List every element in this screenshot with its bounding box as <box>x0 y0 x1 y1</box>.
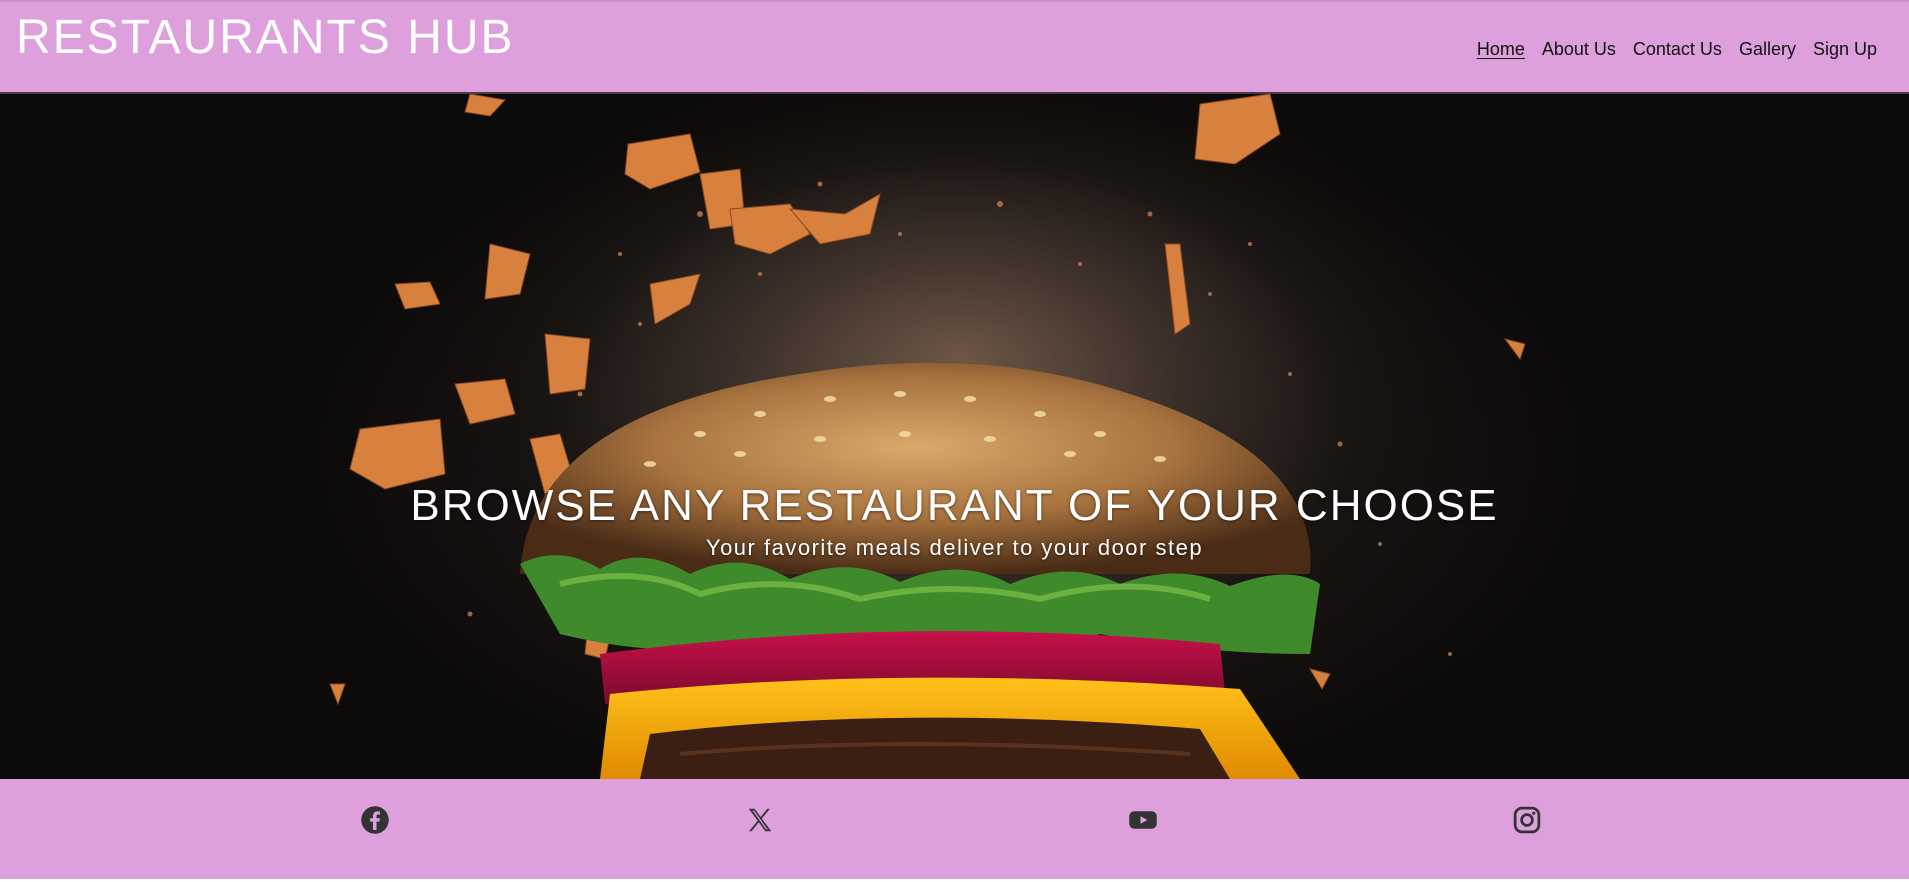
brand-title: RESTAURANTS HUB <box>16 11 515 64</box>
site-footer <box>0 779 1909 882</box>
page: RESTAURANTS HUB Home About Us Contact Us… <box>0 0 1909 882</box>
hero-subheading: Your favorite meals deliver to your door… <box>705 535 1204 560</box>
x-twitter-link[interactable] <box>745 805 775 835</box>
facebook-link[interactable] <box>360 805 390 835</box>
main-nav: Home About Us Contact Us Gallery Sign Up <box>1460 38 1877 60</box>
nav-link-about-us[interactable]: About Us <box>1542 38 1616 60</box>
hero-text: BROWSE ANY RESTAURANT OF YOUR CHOOSE You… <box>0 480 1909 562</box>
instagram-link[interactable] <box>1512 805 1542 835</box>
nav-link-sign-up[interactable]: Sign Up <box>1813 38 1877 60</box>
site-header: RESTAURANTS HUB Home About Us Contact Us… <box>0 0 1909 94</box>
burger-photo <box>329 94 1526 779</box>
nav-link-contact-us[interactable]: Contact Us <box>1633 38 1722 60</box>
nav-link-gallery[interactable]: Gallery <box>1739 38 1796 60</box>
hero-heading: BROWSE ANY RESTAURANT OF YOUR CHOOSE <box>410 481 1499 530</box>
nav-link-home[interactable]: Home <box>1477 38 1525 60</box>
facebook-icon <box>361 806 389 834</box>
youtube-link[interactable] <box>1128 805 1158 835</box>
hero-banner: BROWSE ANY RESTAURANT OF YOUR CHOOSE You… <box>0 94 1909 779</box>
instagram-icon <box>1513 806 1541 834</box>
x-twitter-icon <box>748 808 772 832</box>
youtube-icon <box>1129 811 1157 829</box>
